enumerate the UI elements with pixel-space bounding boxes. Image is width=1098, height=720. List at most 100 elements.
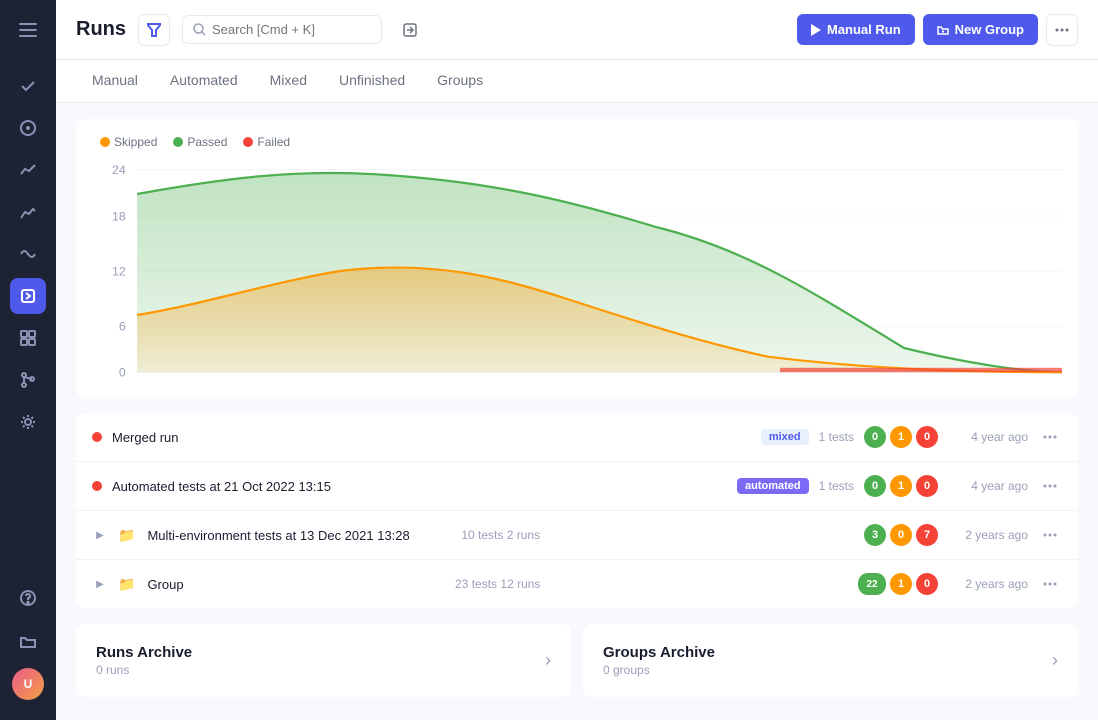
dashboard-icon[interactable] (10, 110, 46, 146)
table-grid-icon[interactable] (10, 320, 46, 356)
run-time: 2 years ago (948, 528, 1028, 542)
run-tests-count: 10 tests 2 runs (461, 528, 540, 542)
tabs-bar: Manual Automated Mixed Unfinished Groups (56, 60, 1098, 103)
share-icon[interactable] (394, 14, 426, 46)
count-skipped: 1 (890, 426, 912, 448)
help-icon[interactable] (10, 580, 46, 616)
filter-button[interactable] (138, 14, 170, 46)
skipped-dot (100, 137, 110, 147)
folder-icon: 📁 (118, 527, 135, 544)
chart-svg: 24 18 12 6 0 (92, 161, 1062, 381)
run-more-button[interactable] (1038, 523, 1062, 547)
expand-button[interactable]: ▶ (92, 576, 108, 592)
count-passed: 0 (864, 475, 886, 497)
runs-archive-title: Runs Archive (96, 644, 545, 661)
table-row: ▶ 📁 Group 23 tests 12 runs 22 1 0 2 year… (76, 560, 1078, 608)
count-passed: 3 (864, 524, 886, 546)
count-passed: 0 (864, 426, 886, 448)
run-tests-count: 1 tests (819, 479, 854, 493)
run-counts: 22 1 0 (858, 573, 938, 595)
tab-mixed[interactable]: Mixed (254, 60, 323, 102)
manual-run-button[interactable]: Manual Run (797, 14, 915, 45)
run-time: 4 year ago (948, 479, 1028, 493)
archive-card-content: Groups Archive 0 groups (603, 644, 1052, 677)
groups-archive-card[interactable]: Groups Archive 0 groups › (583, 624, 1078, 697)
runs-archive-card[interactable]: Runs Archive 0 runs › (76, 624, 571, 697)
run-counts: 0 1 0 (864, 475, 938, 497)
run-more-button[interactable] (1038, 425, 1062, 449)
avatar[interactable]: U (12, 668, 44, 700)
chart-area: 24 18 12 6 0 (92, 161, 1062, 381)
analytics-icon[interactable] (10, 152, 46, 188)
run-name: Automated tests at 21 Oct 2022 13:15 (112, 479, 727, 494)
search-input[interactable] (212, 22, 352, 37)
count-skipped: 1 (890, 573, 912, 595)
check-icon[interactable] (10, 68, 46, 104)
run-counts: 0 1 0 (864, 426, 938, 448)
expand-button[interactable]: ▶ (92, 527, 108, 543)
run-name: Group (147, 577, 445, 592)
tab-manual[interactable]: Manual (76, 60, 154, 102)
groups-archive-count: 0 groups (603, 663, 1052, 677)
tab-groups[interactable]: Groups (421, 60, 499, 102)
failed-dot (243, 137, 253, 147)
folder-icon[interactable] (10, 624, 46, 660)
run-time: 4 year ago (948, 430, 1028, 444)
runs-archive-count: 0 runs (96, 663, 545, 677)
wave-icon[interactable] (10, 236, 46, 272)
runs-list: Merged run mixed 1 tests 0 1 0 4 year ag… (76, 413, 1078, 608)
count-failed: 0 (916, 475, 938, 497)
svg-text:12: 12 (112, 265, 126, 279)
runs-archive-arrow: › (545, 650, 551, 671)
run-badge-automated: automated (737, 478, 809, 494)
search-icon (193, 23, 206, 36)
run-badge-mixed: mixed (761, 429, 809, 445)
ellipsis-icon (1055, 28, 1069, 32)
count-failed: 0 (916, 426, 938, 448)
run-more-button[interactable] (1038, 572, 1062, 596)
svg-text:6: 6 (119, 320, 126, 334)
groups-archive-title: Groups Archive (603, 644, 1052, 661)
table-row: ▶ 📁 Multi-environment tests at 13 Dec 20… (76, 511, 1078, 560)
count-passed: 22 (858, 573, 886, 595)
run-tests-count: 1 tests (819, 430, 854, 444)
legend-passed: Passed (173, 135, 227, 149)
folder-icon: 📁 (118, 576, 135, 593)
status-dot-failed (92, 432, 102, 442)
table-row: Automated tests at 21 Oct 2022 13:15 aut… (76, 462, 1078, 511)
header-actions: Manual Run New Group (797, 14, 1078, 46)
passed-dot (173, 137, 183, 147)
branch-icon[interactable] (10, 362, 46, 398)
status-dot-failed (92, 481, 102, 491)
archive-section: Runs Archive 0 runs › Groups Archive 0 g… (76, 624, 1078, 697)
count-failed: 7 (916, 524, 938, 546)
tab-unfinished[interactable]: Unfinished (323, 60, 421, 102)
run-time: 2 years ago (948, 577, 1028, 591)
arrow-right-icon[interactable] (10, 278, 46, 314)
svg-text:18: 18 (112, 210, 126, 224)
chart-legend: Skipped Passed Failed (92, 135, 1062, 149)
run-more-button[interactable] (1038, 474, 1062, 498)
folder-add-icon (937, 24, 949, 36)
failed-bar (780, 368, 1062, 372)
main-content: Runs Manual Run (56, 0, 1098, 720)
run-tests-count: 23 tests 12 runs (455, 577, 540, 591)
settings-icon[interactable] (10, 404, 46, 440)
legend-failed: Failed (243, 135, 290, 149)
chart-bar-icon[interactable] (10, 194, 46, 230)
run-name: Merged run (112, 430, 751, 445)
new-group-button[interactable]: New Group (923, 14, 1038, 45)
svg-text:24: 24 (112, 163, 126, 177)
legend-skipped: Skipped (100, 135, 157, 149)
header: Runs Manual Run (56, 0, 1098, 60)
content-area: Skipped Passed Failed (56, 103, 1098, 720)
chart-container: Skipped Passed Failed (76, 119, 1078, 397)
tab-automated[interactable]: Automated (154, 60, 254, 102)
run-name: Multi-environment tests at 13 Dec 2021 1… (147, 528, 451, 543)
page-title: Runs (76, 18, 126, 41)
menu-icon[interactable] (10, 12, 46, 48)
more-options-button[interactable] (1046, 14, 1078, 46)
groups-archive-arrow: › (1052, 650, 1058, 671)
count-failed: 0 (916, 573, 938, 595)
table-row: Merged run mixed 1 tests 0 1 0 4 year ag… (76, 413, 1078, 462)
